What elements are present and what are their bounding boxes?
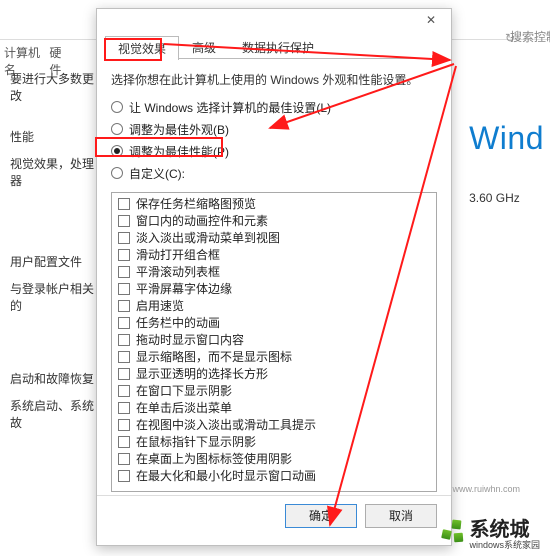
checkbox-icon [118, 317, 130, 329]
checkbox-icon [118, 266, 130, 278]
visual-effect-option-label: 淡入淡出或滑动菜单到视图 [136, 229, 280, 246]
visual-effect-option[interactable]: 显示缩略图，而不是显示图标 [114, 348, 434, 365]
radio-best-performance[interactable]: 调整为最佳性能(P) [111, 140, 437, 162]
bg-group-performance-sub: 视觉效果，处理器 [10, 155, 100, 189]
bg-group-profile: 用户配置文件 [10, 253, 100, 270]
visual-effect-option-label: 在单击后淡出菜单 [136, 399, 232, 416]
visual-effect-option[interactable]: 拖动时显示窗口内容 [114, 331, 434, 348]
visual-effect-option-label: 平滑屏幕字体边缘 [136, 280, 232, 297]
visual-effect-option-label: 保存任务栏缩略图预览 [136, 195, 256, 212]
checkbox-icon [118, 385, 130, 397]
radio-custom[interactable]: 自定义(C): [111, 162, 437, 184]
visual-effects-list[interactable]: 保存任务栏缩略图预览窗口内的动画控件和元素淡入淡出或滑动菜单到视图滑动打开组合框… [111, 192, 437, 492]
visual-effect-option[interactable]: 平滑屏幕字体边缘 [114, 280, 434, 297]
checkbox-icon [118, 368, 130, 380]
radio-label: 让 Windows 选择计算机的最佳设置(L) [129, 99, 331, 116]
visual-effect-option-label: 窗口内的动画控件和元素 [136, 212, 268, 229]
visual-effect-option-label: 任务栏中的动画 [136, 314, 220, 331]
tab-advanced-label: 高级 [192, 39, 216, 56]
radio-group: 让 Windows 选择计算机的最佳设置(L) 调整为最佳外观(B) 调整为最佳… [97, 94, 451, 186]
checkbox-icon [118, 470, 130, 482]
visual-effect-option[interactable]: 在桌面上为图标标签使用阴影 [114, 450, 434, 467]
checkbox-icon [118, 351, 130, 363]
checkbox-icon [118, 402, 130, 414]
visual-effect-option-label: 在桌面上为图标标签使用阴影 [136, 450, 292, 467]
watermark-title: 系统城 [469, 520, 540, 541]
watermark: 系统城 windows系统家园 [439, 520, 540, 550]
tab-dep[interactable]: 数据执行保护 [229, 35, 327, 59]
bg-cpu-ghz: 3.60 GHz [469, 191, 544, 205]
bg-windows-logo-text: Wind [469, 120, 544, 157]
radio-icon [111, 167, 123, 179]
tab-visual-effects[interactable]: 视觉效果 [105, 36, 179, 60]
radio-icon [111, 145, 123, 157]
tab-strip: 视觉效果 高级 数据执行保护 [105, 35, 443, 59]
visual-effect-option[interactable]: 保存任务栏缩略图预览 [114, 195, 434, 212]
checkbox-icon [118, 232, 130, 244]
bg-group-profile-sub: 与登录帐户相关的 [10, 280, 100, 314]
bg-heading: 要进行大多数更改 [10, 70, 100, 104]
tab-dep-label: 数据执行保护 [242, 39, 314, 56]
watermark-logo-icon [439, 523, 463, 547]
visual-effect-option-label: 在窗口下显示阴影 [136, 382, 232, 399]
visual-effect-option[interactable]: 在最大化和最小化时显示窗口动画 [114, 467, 434, 484]
radio-label: 调整为最佳性能(P) [129, 143, 229, 160]
ok-button[interactable]: 确定 [285, 504, 357, 528]
checkbox-icon [118, 198, 130, 210]
visual-effect-option[interactable]: 滑动打开组合框 [114, 246, 434, 263]
watermark-url: www.ruiwhn.com [452, 484, 520, 494]
visual-effect-option-label: 在鼠标指针下显示阴影 [136, 433, 256, 450]
visual-effect-option[interactable]: 在窗口下显示阴影 [114, 382, 434, 399]
cancel-button-label: 取消 [389, 507, 413, 524]
visual-effect-option-label: 平滑滚动列表框 [136, 263, 220, 280]
checkbox-icon [118, 419, 130, 431]
cancel-button[interactable]: 取消 [365, 504, 437, 528]
checkbox-icon [118, 334, 130, 346]
visual-effect-option[interactable]: 在视图中淡入淡出或滑动工具提示 [114, 416, 434, 433]
visual-effect-option-label: 在最大化和最小化时显示窗口动画 [136, 467, 316, 484]
radio-best-appearance[interactable]: 调整为最佳外观(B) [111, 118, 437, 140]
checkbox-icon [118, 436, 130, 448]
ok-button-label: 确定 [309, 507, 333, 524]
visual-effect-option-label: 显示亚透明的选择长方形 [136, 365, 268, 382]
watermark-subtitle: windows系统家园 [469, 541, 540, 550]
checkbox-icon [118, 453, 130, 465]
checkbox-icon [118, 249, 130, 261]
visual-effect-option[interactable]: 在单击后淡出菜单 [114, 399, 434, 416]
visual-effect-option-label: 显示缩略图，而不是显示图标 [136, 348, 292, 365]
bg-group-performance: 性能 [10, 128, 100, 145]
bg-group-startup-sub: 系统启动、系统故 [10, 397, 100, 431]
visual-effect-option[interactable]: 平滑滚动列表框 [114, 263, 434, 280]
checkbox-icon [118, 215, 130, 227]
radio-icon [111, 101, 123, 113]
radio-label: 自定义(C): [129, 165, 185, 182]
visual-effect-option[interactable]: 启用速览 [114, 297, 434, 314]
tab-visual-effects-label: 视觉效果 [118, 40, 166, 57]
dialog-button-row: 确定 取消 [97, 495, 451, 535]
visual-effect-option-label: 拖动时显示窗口内容 [136, 331, 244, 348]
checkbox-icon [118, 300, 130, 312]
tab-advanced[interactable]: 高级 [179, 35, 229, 59]
visual-effect-option-label: 在视图中淡入淡出或滑动工具提示 [136, 416, 316, 433]
visual-effect-option-label: 启用速览 [136, 297, 184, 314]
dialog-description: 选择你想在此计算机上使用的 Windows 外观和性能设置。 [97, 59, 451, 94]
radio-label: 调整为最佳外观(B) [129, 121, 229, 138]
visual-effect-option[interactable]: 在鼠标指针下显示阴影 [114, 433, 434, 450]
visual-effect-option[interactable]: 窗口内的动画控件和元素 [114, 212, 434, 229]
visual-effect-option[interactable]: 显示亚透明的选择长方形 [114, 365, 434, 382]
radio-let-windows-choose[interactable]: 让 Windows 选择计算机的最佳设置(L) [111, 96, 437, 118]
checkbox-icon [118, 283, 130, 295]
bg-group-startup: 启动和故障恢复 [10, 370, 100, 387]
visual-effect-option[interactable]: 任务栏中的动画 [114, 314, 434, 331]
close-icon[interactable]: ✕ [417, 13, 445, 27]
performance-options-dialog: ✕ 视觉效果 高级 数据执行保护 选择你想在此计算机上使用的 Windows 外… [96, 8, 452, 546]
visual-effect-option-label: 滑动打开组合框 [136, 246, 220, 263]
dialog-title-bar: ✕ [97, 9, 451, 31]
visual-effect-option[interactable]: 淡入淡出或滑动菜单到视图 [114, 229, 434, 246]
radio-icon [111, 123, 123, 135]
bg-search-placeholder[interactable]: 搜索控制面 [510, 28, 550, 45]
